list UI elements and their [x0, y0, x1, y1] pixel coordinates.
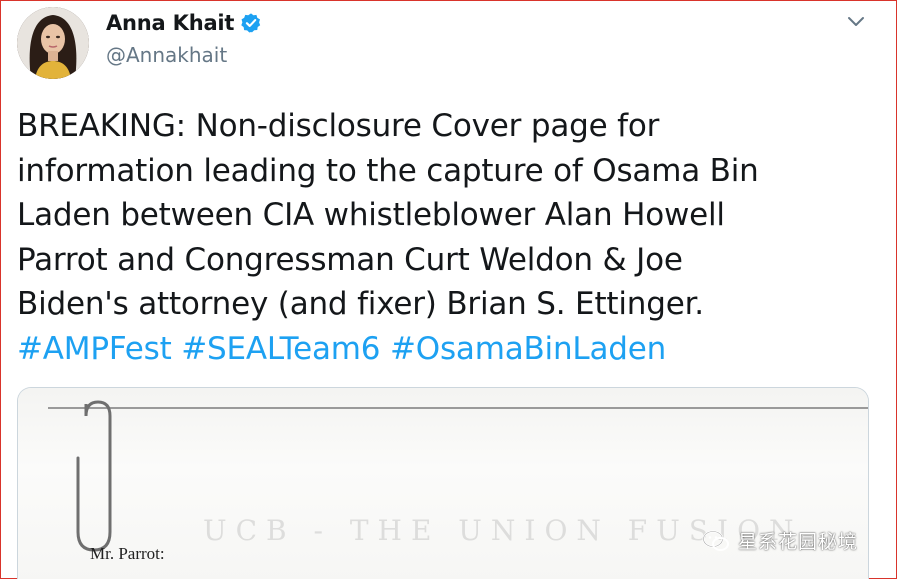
author-handle[interactable]: @Annakhait: [106, 43, 227, 67]
hashtag-link[interactable]: #OsamaBinLaden: [390, 331, 666, 367]
verified-badge-icon: [241, 13, 261, 33]
tweet-text: BREAKING: Non-disclosure Cover page for …: [17, 104, 877, 371]
wechat-icon: [702, 530, 729, 551]
hashtag-link[interactable]: #AMPFest: [17, 331, 172, 367]
tweet-line: information leading to the capture of Os…: [17, 152, 759, 189]
watermark-text: 星系花园秘境: [738, 531, 859, 553]
avatar[interactable]: [17, 7, 89, 79]
document-top-edge: [48, 407, 868, 409]
watermark: 星系花园秘境: [702, 527, 858, 554]
author-name-row[interactable]: Anna Khait: [106, 11, 262, 35]
hashtag-link[interactable]: #SEALTeam6: [181, 331, 380, 367]
tweet-line: Parrot and Congressman Curt Weldon & Joe: [17, 241, 683, 278]
paperclip-icon: [76, 400, 112, 552]
author-name[interactable]: Anna Khait: [106, 11, 234, 35]
document-salutation: Mr. Parrot:: [90, 544, 165, 563]
tweet-line: Laden between CIA whistleblower Alan How…: [17, 197, 725, 233]
chevron-down-icon[interactable]: [846, 14, 866, 30]
tweet-line: Biden's attorney (and fixer) Brian S. Et…: [17, 286, 704, 322]
avatar-image: [17, 7, 89, 79]
tweet-line: BREAKING: Non-disclosure Cover page for: [17, 108, 660, 144]
hashtag-line: #AMPFest #SEALTeam6 #OsamaBinLaden: [17, 327, 877, 372]
